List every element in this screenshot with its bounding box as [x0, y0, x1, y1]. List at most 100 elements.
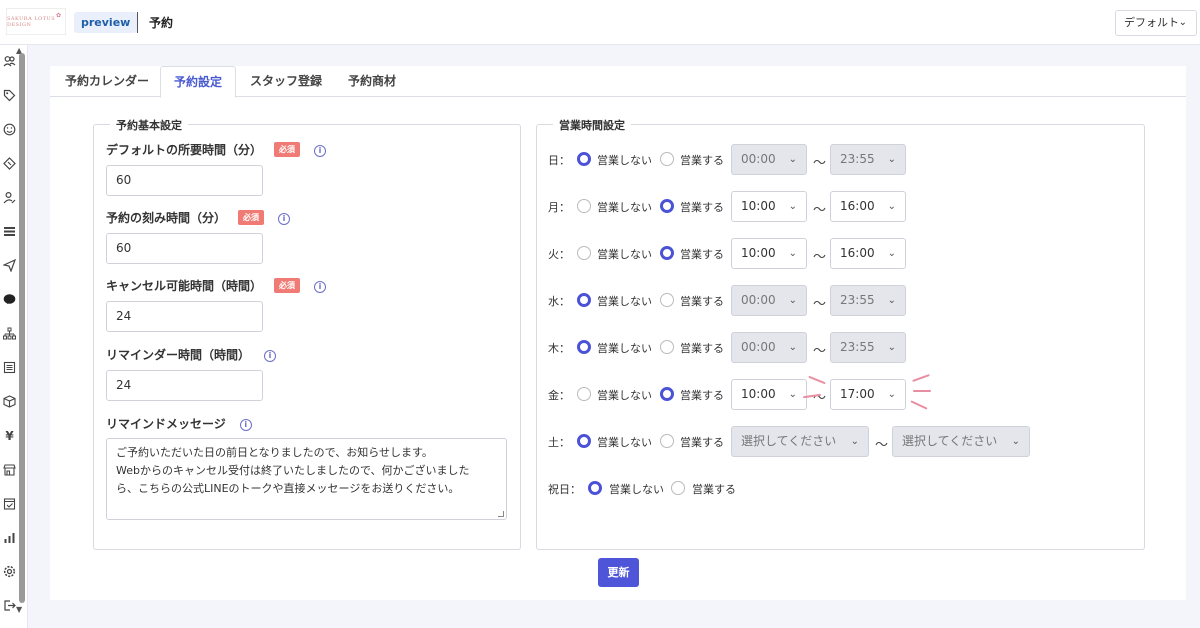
chevron-down-icon: ⌄ — [788, 389, 797, 400]
sidebar-scrollbar[interactable] — [19, 53, 25, 603]
chevron-down-icon: ⌄ — [887, 248, 896, 259]
start-time-value: 00:00 — [741, 340, 776, 354]
day-closed-radio[interactable] — [577, 340, 591, 354]
logo-flower-icon: ✿ — [55, 12, 61, 19]
calendar-check-icon[interactable] — [2, 496, 17, 511]
smile-icon[interactable] — [2, 122, 17, 137]
day-open-radio[interactable] — [660, 340, 674, 354]
day-open-radio[interactable] — [660, 387, 674, 401]
holiday-open-radio[interactable] — [671, 481, 685, 495]
tab-reservation-products[interactable]: 予約商材 — [338, 66, 406, 97]
chevron-down-icon: ⌄ — [887, 154, 896, 165]
brand-logo[interactable]: SAKURA LOTUS DESIGN ✿ — [6, 8, 66, 35]
document-list-icon[interactable] — [2, 360, 17, 375]
day-label: 土： — [548, 436, 570, 449]
end-time-value: 23:55 — [840, 293, 875, 307]
tag-icon[interactable] — [2, 88, 17, 103]
chevron-down-icon: ⌄ — [887, 342, 896, 353]
user-edit-icon[interactable] — [2, 190, 17, 205]
day-closed-radio[interactable] — [577, 246, 591, 260]
logout-icon[interactable] — [2, 598, 17, 613]
end-time-select[interactable]: 17:00 ⌄ — [830, 379, 906, 410]
default-select[interactable]: デフォルト ⌄ — [1115, 10, 1197, 36]
day-open-radio[interactable] — [660, 199, 674, 213]
day-closed-radio[interactable] — [577, 152, 591, 166]
sitemap-icon[interactable] — [2, 326, 17, 341]
list-icon[interactable] — [2, 224, 17, 239]
day-closed-radio[interactable] — [577, 199, 591, 213]
tab-staff-registration[interactable]: スタッフ登録 — [242, 66, 330, 97]
end-time-value: 23:55 — [840, 152, 875, 166]
chevron-down-icon: ⌄ — [887, 295, 896, 306]
start-time-value: 10:00 — [741, 387, 776, 401]
info-icon[interactable]: i — [314, 281, 327, 293]
gear-icon[interactable] — [2, 564, 17, 579]
chevron-down-icon: ⌄ — [788, 248, 797, 259]
day-label: 水： — [548, 295, 570, 308]
tab-reservation-calendar[interactable]: 予約カレンダー — [54, 66, 160, 97]
end-time-select[interactable]: 16:00 ⌄ — [830, 238, 906, 269]
update-button[interactable]: 更新 — [598, 558, 639, 587]
day-open-radio[interactable] — [660, 434, 674, 448]
time-step-input[interactable]: 60 — [106, 233, 263, 264]
ticket-icon[interactable] — [2, 156, 17, 171]
remind-message-textarea[interactable]: ご予約いただいた日の前日となりましたので、お知らせします。 Webからのキャンセ… — [106, 438, 507, 520]
holiday-closed-radio[interactable] — [588, 481, 602, 495]
chevron-down-icon: ⌄ — [788, 342, 797, 353]
day-closed-radio[interactable] — [577, 293, 591, 307]
day-closed-label: 営業しない — [597, 389, 652, 402]
range-tilde: 〜 — [813, 250, 827, 265]
start-time-select[interactable]: 10:00 ⌄ — [731, 238, 807, 269]
box-icon[interactable] — [2, 394, 17, 409]
day-open-radio[interactable] — [660, 152, 674, 166]
info-icon[interactable]: i — [314, 145, 327, 157]
start-time-select[interactable]: 00:00 ⌄ — [731, 144, 807, 175]
day-open-radio[interactable] — [660, 293, 674, 307]
day-closed-radio[interactable] — [577, 434, 591, 448]
end-time-value: 選択してください — [902, 434, 998, 448]
send-icon[interactable] — [2, 258, 17, 273]
day-open-label: 営業する — [680, 342, 724, 355]
info-icon[interactable]: i — [278, 213, 291, 225]
reminder-time-label-text: リマインダー時間（時間） — [106, 348, 251, 362]
chevron-down-icon: ⌄ — [788, 154, 797, 165]
start-time-value: 00:00 — [741, 152, 776, 166]
day-closed-radio[interactable] — [577, 387, 591, 401]
day-open-label: 営業する — [680, 295, 724, 308]
yen-icon[interactable]: ¥ — [2, 428, 17, 443]
line-chat-icon[interactable] — [2, 292, 17, 307]
end-time-select[interactable]: 選択してください ⌄ — [892, 426, 1030, 457]
cancel-window-input[interactable]: 24 — [106, 301, 263, 332]
day-open-radio[interactable] — [660, 246, 674, 260]
info-icon[interactable]: i — [264, 350, 277, 362]
chevron-down-icon: ⌄ — [788, 295, 797, 306]
end-time-select[interactable]: 23:55 ⌄ — [830, 144, 906, 175]
start-time-select[interactable]: 00:00 ⌄ — [731, 332, 807, 363]
end-time-select[interactable]: 16:00 ⌄ — [830, 191, 906, 222]
end-time-select[interactable]: 23:55 ⌄ — [830, 285, 906, 316]
tab-reservation-settings[interactable]: 予約設定 — [160, 66, 236, 98]
range-tilde: 〜 — [813, 344, 827, 359]
sidebar: ▲ ▼ ¥ — [0, 45, 28, 628]
reminder-time-label: リマインダー時間（時間） i — [106, 346, 277, 363]
day-label: 火： — [548, 248, 570, 261]
start-time-select[interactable]: 選択してください ⌄ — [731, 426, 869, 457]
default-duration-input[interactable]: 60 — [106, 165, 263, 196]
bar-chart-icon[interactable] — [2, 530, 17, 545]
default-duration-label-text: デフォルトの所要時間（分） — [106, 143, 263, 157]
reminder-time-input[interactable]: 24 — [106, 370, 263, 401]
users-icon[interactable] — [2, 54, 17, 69]
info-icon[interactable]: i — [239, 419, 252, 431]
store-icon[interactable] — [2, 462, 17, 477]
start-time-value: 10:00 — [741, 246, 776, 260]
resize-handle[interactable] — [498, 511, 504, 517]
start-time-select[interactable]: 10:00 ⌄ — [731, 379, 807, 410]
day-closed-label: 営業しない — [597, 201, 652, 214]
start-time-select[interactable]: 10:00 ⌄ — [731, 191, 807, 222]
range-tilde: 〜 — [813, 297, 827, 312]
end-time-select[interactable]: 23:55 ⌄ — [830, 332, 906, 363]
default-select-value: デフォルト — [1124, 16, 1179, 29]
remind-message-label-text: リマインドメッセージ — [106, 417, 226, 431]
start-time-select[interactable]: 00:00 ⌄ — [731, 285, 807, 316]
chevron-down-icon: ⌄ — [1011, 436, 1020, 447]
